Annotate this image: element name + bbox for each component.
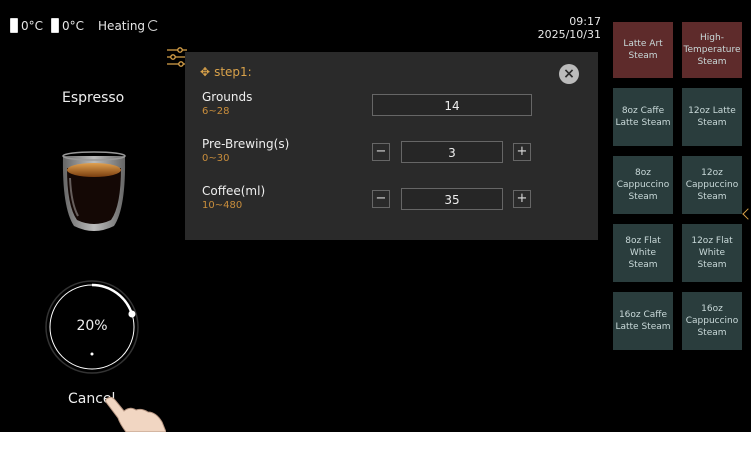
param-pre-brewing: Pre-Brewing(s) 0~30	[202, 137, 289, 164]
coffee-increment-button[interactable]: +	[513, 190, 531, 208]
status-bar: 0°C 0°C Heating	[10, 18, 160, 33]
param-name: Pre-Brewing(s)	[202, 137, 290, 151]
pre-brewing-decrement-button[interactable]: −	[372, 143, 390, 161]
close-icon[interactable]: ×	[559, 64, 579, 84]
tank-icon	[10, 18, 18, 33]
tile-12oz-cappuccino-steam[interactable]: 12oz Cappuccino Steam	[682, 156, 742, 214]
param-range: 10~480	[202, 200, 243, 211]
param-name: Grounds	[202, 90, 253, 104]
tile-16oz-caffe-latte-steam[interactable]: 16oz Caffe Latte Steam	[613, 292, 673, 350]
pre-brewing-value-field[interactable]: 3	[401, 141, 503, 163]
tile-high-temperature-steam[interactable]: High-Temperature Steam	[682, 22, 742, 78]
drink-title: Espresso	[62, 90, 125, 106]
param-grounds: Grounds 6~28	[202, 90, 252, 117]
tile-8oz-cappuccino-steam[interactable]: 8oz Cappuccino Steam	[613, 156, 673, 214]
heating-label: Heating	[98, 18, 146, 33]
clock-date: 2025/10/31	[537, 28, 601, 41]
tile-16oz-cappuccino-steam[interactable]: 16oz Cappuccino Steam	[682, 292, 742, 350]
step-label: step1:	[214, 65, 252, 79]
pointing-hand-icon	[105, 396, 166, 432]
coffee-value-field[interactable]: 35	[401, 188, 503, 210]
coffee-decrement-button[interactable]: −	[372, 190, 390, 208]
clock-time: 09:17	[569, 15, 601, 28]
heating-status: Heating	[98, 18, 160, 33]
param-coffee: Coffee(ml) 10~480	[202, 184, 265, 211]
pre-brewing-increment-button[interactable]: +	[513, 143, 531, 161]
param-name: Coffee(ml)	[202, 184, 266, 198]
step-diamond-icon: ✥	[200, 65, 211, 79]
tile-8oz-flat-white-steam[interactable]: 8oz Flat White Steam	[613, 224, 673, 282]
grounds-value-field[interactable]: 14	[372, 94, 532, 116]
tile-12oz-flat-white-steam[interactable]: 12oz Flat White Steam	[682, 224, 742, 282]
tank-1-temp: 0°C	[21, 18, 44, 33]
espresso-cup-icon	[62, 151, 126, 231]
tile-latte-art-steam[interactable]: Latte Art Steam	[613, 22, 673, 78]
chevron-left-icon[interactable]	[742, 208, 751, 220]
progress-percent: 20%	[76, 318, 108, 334]
param-range: 0~30	[202, 153, 230, 164]
tank-icon	[51, 18, 60, 33]
tank-2-status: 0°C	[51, 18, 84, 33]
param-range: 6~28	[202, 106, 230, 117]
step-settings-panel: ✥ step1: × Grounds 6~28 14 Pre-Brewing(s…	[185, 52, 598, 240]
tile-12oz-latte-steam[interactable]: 12oz Latte Steam	[682, 88, 742, 146]
tile-8oz-caffe-latte-steam[interactable]: 8oz Caffe Latte Steam	[613, 88, 673, 146]
clock: 09:17 2025/10/31	[538, 15, 601, 41]
loading-spinner-icon	[148, 20, 160, 31]
tank-2-temp: 0°C	[62, 18, 85, 33]
machine-screen: 0°C 0°C Heating 09:17 2025/10/31 Espress…	[0, 0, 751, 432]
step-header: ✥ step1:	[200, 65, 252, 79]
tank-1-status: 0°C	[10, 18, 43, 33]
